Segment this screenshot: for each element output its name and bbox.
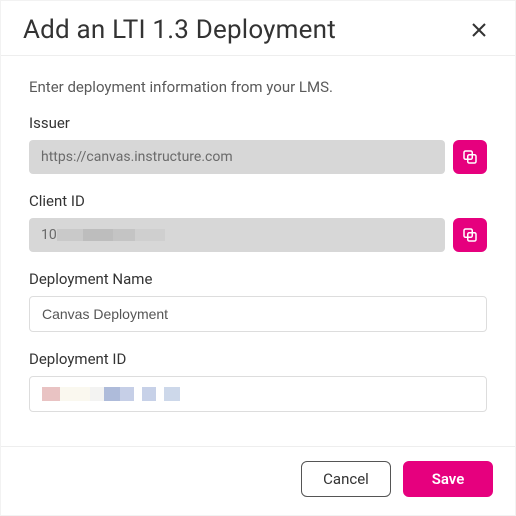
save-button[interactable]: Save	[403, 461, 493, 497]
cancel-button[interactable]: Cancel	[301, 461, 391, 497]
close-icon	[471, 22, 487, 38]
client-id-redacted	[57, 229, 165, 241]
field-deployment-name: Deployment Name	[29, 270, 487, 332]
dialog-header: Add an LTI 1.3 Deployment	[1, 1, 515, 56]
copy-icon	[461, 148, 479, 166]
dialog-body: Enter deployment information from your L…	[1, 56, 515, 446]
dialog-title: Add an LTI 1.3 Deployment	[23, 15, 336, 45]
copy-client-id-button[interactable]	[453, 218, 487, 252]
dialog-footer: Cancel Save	[1, 446, 515, 515]
close-button[interactable]	[465, 16, 493, 44]
client-id-prefix: 10	[41, 227, 57, 243]
deployment-id-redacted	[42, 387, 180, 401]
copy-issuer-button[interactable]	[453, 140, 487, 174]
field-deployment-id: Deployment ID	[29, 350, 487, 412]
issuer-value: https://canvas.instructure.com	[29, 140, 445, 174]
dialog-instruction: Enter deployment information from your L…	[29, 78, 487, 96]
issuer-label: Issuer	[29, 114, 487, 132]
deployment-name-label: Deployment Name	[29, 270, 487, 288]
copy-icon	[461, 226, 479, 244]
client-id-value: 10	[29, 218, 445, 252]
field-issuer: Issuer https://canvas.instructure.com	[29, 114, 487, 174]
deployment-id-label: Deployment ID	[29, 350, 487, 368]
lti-deployment-dialog: Add an LTI 1.3 Deployment Enter deployme…	[0, 0, 516, 516]
deployment-id-input[interactable]	[29, 376, 487, 412]
client-id-label: Client ID	[29, 192, 487, 210]
field-client-id: Client ID 10	[29, 192, 487, 252]
deployment-name-input[interactable]	[29, 296, 487, 332]
